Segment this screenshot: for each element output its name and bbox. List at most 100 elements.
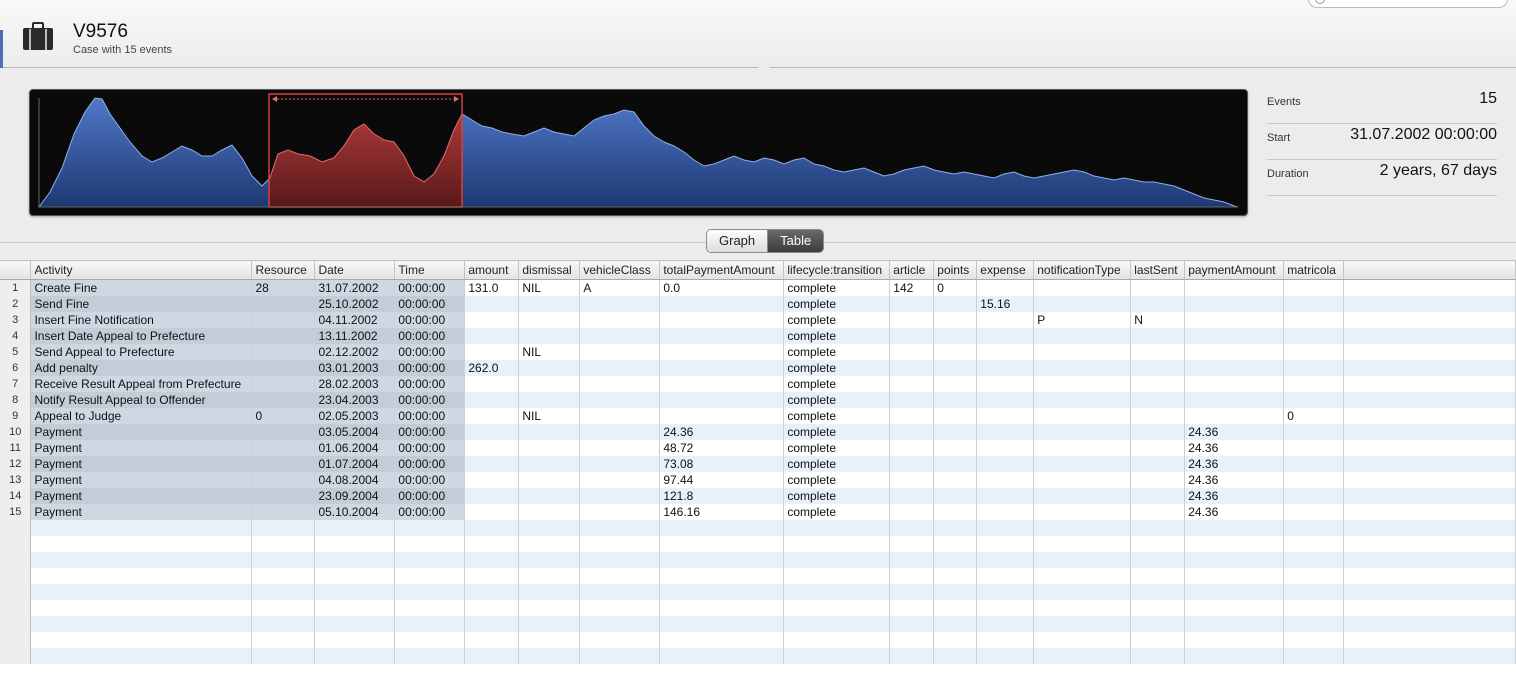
column-header[interactable]: Date xyxy=(314,260,396,280)
table-cell xyxy=(579,536,661,552)
event-timeline-chart[interactable] xyxy=(29,89,1248,216)
column-header-filler xyxy=(1343,260,1516,280)
table-cell xyxy=(30,552,253,568)
table-row[interactable]: 9 Appeal to Judge 0 02.05.2003 00:00:00 NIL co… xyxy=(0,408,1516,424)
table-cell xyxy=(1033,424,1132,440)
case-stats: Events 15 Start 31.07.2002 00:00:00 Dura… xyxy=(1267,88,1497,196)
table-row[interactable]: 3 Insert Fine Notification 04.11.2002 00:00… xyxy=(0,312,1516,328)
table-cell xyxy=(1033,504,1132,520)
table-cell xyxy=(251,312,316,328)
table-cell xyxy=(659,536,785,552)
table-cell xyxy=(579,472,661,488)
table-cell: 146.16 xyxy=(659,504,785,520)
table-row[interactable]: 10 Payment 03.05.2004 00:00:00 24.36 complete… xyxy=(0,424,1516,440)
table-cell xyxy=(933,392,978,408)
table-cell xyxy=(251,472,316,488)
table-cell xyxy=(659,520,785,536)
column-header[interactable]: lastSent xyxy=(1130,260,1186,280)
column-header[interactable]: totalPaymentAmount xyxy=(659,260,785,280)
graph-tab[interactable]: Graph xyxy=(707,230,769,252)
table-cell xyxy=(659,312,785,328)
table-cell: 03.05.2004 xyxy=(314,424,396,440)
table-cell xyxy=(1130,648,1186,664)
table-cell: NIL xyxy=(518,279,581,296)
table-cell: P xyxy=(1033,312,1132,328)
table-cell xyxy=(659,344,785,360)
table-row[interactable]: 15 Payment 05.10.2004 00:00:00 146.16 complet… xyxy=(0,504,1516,520)
table-row[interactable]: 7 Receive Result Appeal from Prefecture 28… xyxy=(0,376,1516,392)
table-cell: NIL xyxy=(518,408,581,424)
column-header[interactable]: article xyxy=(889,260,935,280)
table-cell xyxy=(1283,440,1345,456)
table-cell xyxy=(1033,328,1132,344)
table-row[interactable]: 13 Payment 04.08.2004 00:00:00 97.44 complete… xyxy=(0,472,1516,488)
table-cell xyxy=(464,440,520,456)
table-cell xyxy=(1130,536,1186,552)
table-cell xyxy=(464,408,520,424)
table-cell xyxy=(251,296,316,312)
table-cell xyxy=(933,520,978,536)
table-cell xyxy=(1283,472,1345,488)
table-row[interactable]: 5 Send Appeal to Prefecture 02.12.2002 00:0… xyxy=(0,344,1516,360)
column-header[interactable]: paymentAmount xyxy=(1184,260,1285,280)
table-row[interactable]: 8 Notify Result Appeal to Offender 23.04.2… xyxy=(0,392,1516,408)
stat-value: 2 years, 67 days xyxy=(1379,162,1497,179)
table-cell xyxy=(251,536,316,552)
empty-row xyxy=(0,568,1516,584)
stat-events: Events 15 xyxy=(1267,88,1497,124)
table-cell xyxy=(1343,344,1516,360)
row-number: 11 xyxy=(0,440,32,456)
table-cell xyxy=(659,632,785,648)
column-header[interactable]: Resource xyxy=(251,260,316,280)
stat-duration: Duration 2 years, 67 days xyxy=(1267,160,1497,196)
column-header[interactable]: Time xyxy=(394,260,466,280)
table-cell xyxy=(464,376,520,392)
table-cell xyxy=(518,328,581,344)
table-cell xyxy=(1130,472,1186,488)
table-row[interactable]: 1 Create Fine 28 31.07.2002 00:00:00 131.0 NIL… xyxy=(0,279,1516,296)
table-row[interactable]: 14 Payment 23.09.2004 00:00:00 121.8 complete… xyxy=(0,488,1516,504)
table-cell xyxy=(518,360,581,376)
table-tab[interactable]: Table xyxy=(768,230,824,252)
column-header[interactable]: matricola xyxy=(1283,260,1345,280)
column-header[interactable]: points xyxy=(933,260,978,280)
column-header[interactable]: expense xyxy=(976,260,1035,280)
table-cell xyxy=(1184,296,1285,312)
table-cell xyxy=(394,632,466,648)
table-cell: Notify Result Appeal to Offender xyxy=(30,392,253,408)
table-row[interactable]: 12 Payment 01.07.2004 00:00:00 73.08 complete… xyxy=(0,456,1516,472)
table-cell xyxy=(579,456,661,472)
table-cell: 01.07.2004 xyxy=(314,456,396,472)
table-row[interactable]: 4 Insert Date Appeal to Prefecture 13.11.2… xyxy=(0,328,1516,344)
table-cell xyxy=(1184,584,1285,600)
search-input[interactable] xyxy=(1308,0,1508,8)
column-header[interactable]: vehicleClass xyxy=(579,260,661,280)
column-header[interactable]: Activity xyxy=(30,260,253,280)
table-cell: Send Fine xyxy=(30,296,253,312)
table-cell xyxy=(1283,328,1345,344)
table-row[interactable]: 6 Add penalty 03.01.2003 00:00:00 262.0 compl… xyxy=(0,360,1516,376)
table-cell xyxy=(579,584,661,600)
table-cell xyxy=(518,504,581,520)
table-row[interactable]: 11 Payment 01.06.2004 00:00:00 48.72 complete… xyxy=(0,440,1516,456)
table-cell xyxy=(30,568,253,584)
column-header[interactable]: lifecycle:transition xyxy=(783,260,891,280)
table-cell xyxy=(783,552,891,568)
table-cell xyxy=(1184,648,1285,664)
table-cell xyxy=(889,296,935,312)
table-cell xyxy=(783,600,891,616)
table-cell: 24.36 xyxy=(659,424,785,440)
table-cell xyxy=(889,408,935,424)
column-header[interactable]: amount xyxy=(464,260,520,280)
table-cell xyxy=(976,536,1035,552)
table-cell xyxy=(933,296,978,312)
table-cell: Payment xyxy=(30,424,253,440)
table-cell xyxy=(976,408,1035,424)
table-cell xyxy=(889,552,935,568)
table-cell xyxy=(518,488,581,504)
table-cell: N xyxy=(1130,312,1186,328)
column-header[interactable]: notificationType xyxy=(1033,260,1132,280)
table-row[interactable]: 2 Send Fine 25.10.2002 00:00:00 complete 15.1… xyxy=(0,296,1516,312)
table-cell: 00:00:00 xyxy=(394,328,466,344)
column-header[interactable]: dismissal xyxy=(518,260,581,280)
